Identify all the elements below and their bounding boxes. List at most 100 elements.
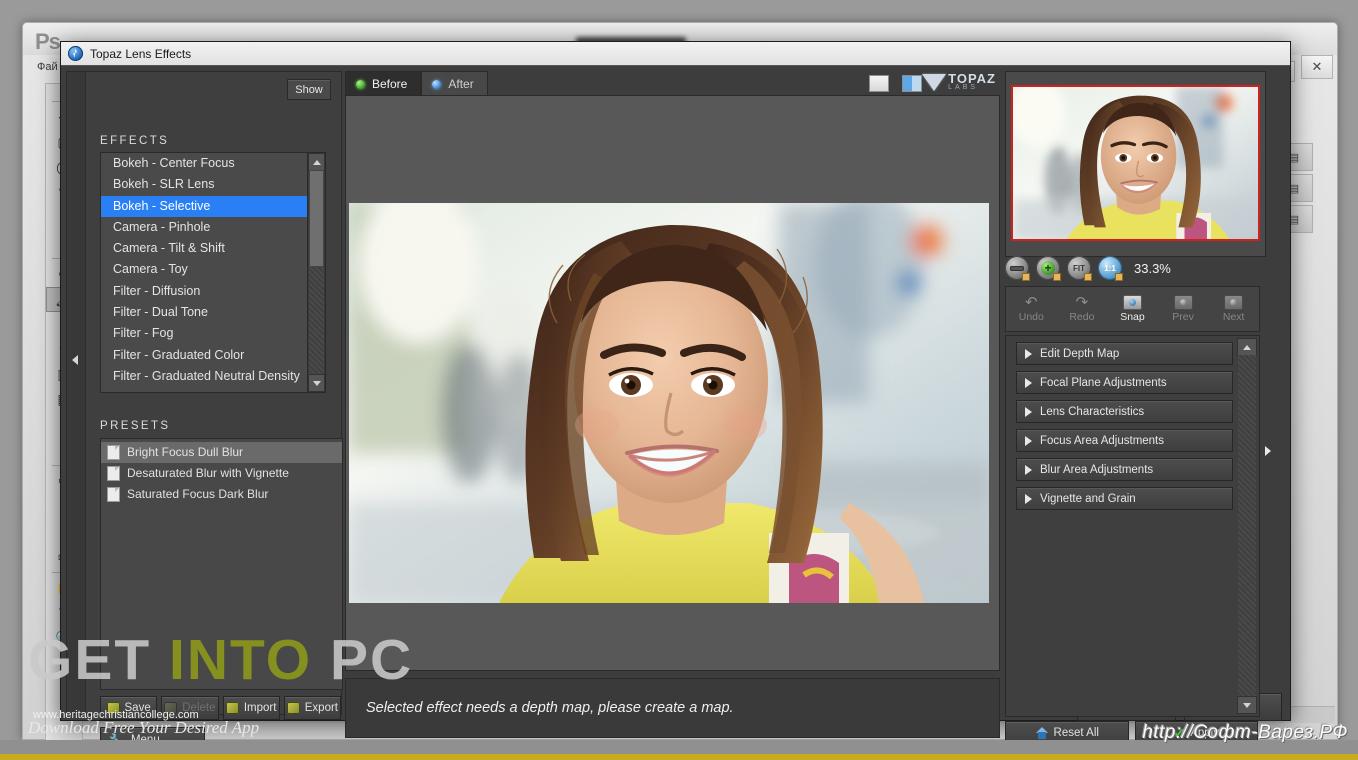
preset-export-icon (286, 702, 300, 714)
sections-scroll-down-button[interactable] (1237, 696, 1257, 714)
topaz-titlebar: Topaz Lens Effects (61, 42, 1290, 66)
status-message: Selected effect needs a depth map, pleas… (366, 700, 734, 716)
right-panel-collapse-arrow-icon[interactable] (1265, 446, 1271, 456)
effects-scrollbar[interactable] (307, 153, 325, 392)
prev-label: Prev (1172, 311, 1194, 323)
snapshot-camera-icon (1122, 295, 1142, 310)
adjustment-sections-list[interactable]: Edit Depth Map Focal Plane Adjustments Len… (1006, 342, 1259, 510)
preview-canvas[interactable] (345, 95, 1000, 671)
split-view-icon[interactable] (902, 75, 922, 92)
effects-scroll-up-button[interactable] (308, 153, 325, 171)
effects-list[interactable]: Bokeh - Center Focus Bokeh - SLR Lens Boke… (100, 152, 326, 393)
left-panel-collapse[interactable] (67, 72, 86, 714)
topaz-dialog: Topaz Lens Effects Show EFFECTS Bokeh - … (60, 41, 1291, 753)
left-panel-content: Show EFFECTS Bokeh - Center Focus Bokeh -… (85, 72, 343, 753)
effects-list-item[interactable]: Camera - Tilt & Shift (101, 238, 308, 259)
effects-list-item[interactable]: Filter - Graduated Color (101, 345, 308, 366)
single-view-icon[interactable] (869, 75, 889, 92)
presets-list-item[interactable]: Desaturated Blur with Vignette (101, 463, 342, 484)
effects-list-item[interactable]: Camera - Toy (101, 259, 308, 280)
undo-button[interactable]: ↶ Undo (1006, 287, 1057, 331)
preset-label: Desaturated Blur with Vignette (127, 466, 289, 480)
effects-list-item[interactable]: Bokeh - SLR Lens (101, 174, 308, 195)
effects-list-item[interactable]: Filter - Graduated Neutral Density (101, 366, 308, 387)
effects-list-item[interactable]: Camera - Pinhole (101, 217, 308, 238)
chevron-right-icon (1025, 464, 1032, 475)
zoom-out-icon[interactable] (1005, 256, 1030, 281)
show-button[interactable]: Show (287, 79, 331, 100)
collapse-left-arrow-icon[interactable] (72, 355, 78, 365)
prev-camera-icon (1173, 295, 1193, 310)
effects-list-item[interactable]: Filter - Diffusion (101, 281, 308, 302)
preset-label: Bright Focus Dull Blur (127, 445, 244, 459)
section-header-edit-depth-map[interactable]: Edit Depth Map (1016, 342, 1233, 365)
snap-label: Snap (1120, 311, 1145, 323)
watermark-bottom-right: http://Софт-Варез.РФ (1142, 722, 1348, 743)
sections-scrollbar[interactable] (1237, 338, 1257, 714)
zoom-in-icon[interactable]: + (1036, 256, 1061, 281)
effects-scroll-down-button[interactable] (308, 374, 325, 392)
center-panel: Before After TOPAZ LABS (345, 71, 1000, 671)
effects-list-item[interactable]: Filter - Fog (101, 323, 308, 344)
section-label: Focus Area Adjustments (1040, 434, 1165, 447)
app-close-button[interactable]: ✕ (1301, 55, 1333, 79)
presets-list-item[interactable]: Bright Focus Dull Blur (101, 442, 342, 463)
topaz-brand-logo: TOPAZ LABS (922, 72, 996, 92)
navigator-thumbnail[interactable] (1011, 85, 1260, 241)
effects-scroll-thumb[interactable] (309, 170, 324, 267)
redo-button[interactable]: ↷ Redo (1057, 287, 1108, 331)
topaz-body: Show EFFECTS Bokeh - Center Focus Bokeh -… (61, 65, 1290, 753)
sections-scroll-track[interactable] (1238, 355, 1256, 697)
presets-list[interactable]: Bright Focus Dull Blur Desaturated Blur w… (100, 438, 343, 690)
sections-scroll-up-button[interactable] (1237, 338, 1257, 356)
bottom-yellow-band (0, 754, 1358, 760)
photoshop-logo: Ps (35, 29, 61, 54)
section-header-focus-area-adjustments[interactable]: Focus Area Adjustments (1016, 429, 1233, 452)
prev-snapshot-button[interactable]: Prev (1158, 287, 1209, 331)
section-header-lens-characteristics[interactable]: Lens Characteristics (1016, 400, 1233, 423)
preset-file-icon (107, 466, 120, 481)
preview-image[interactable] (349, 203, 989, 603)
export-preset-button[interactable]: Export (283, 696, 341, 720)
tab-after-label: After (448, 77, 474, 91)
preset-file-icon (107, 445, 120, 460)
section-label: Blur Area Adjustments (1040, 463, 1154, 476)
fit-zoom-button[interactable]: FIT (1067, 256, 1092, 281)
one-to-one-zoom-button[interactable]: 1:1 (1098, 256, 1123, 281)
home-icon (1035, 727, 1049, 739)
effects-header: EFFECTS (100, 135, 170, 147)
import-preset-button[interactable]: Import (222, 696, 280, 720)
redo-icon: ↷ (1075, 294, 1089, 311)
topaz-brand-sub: LABS (948, 84, 979, 92)
effects-list-item[interactable]: Bokeh - Center Focus (101, 153, 308, 174)
navigator-panel[interactable] (1005, 71, 1266, 257)
tab-before[interactable]: Before (345, 71, 422, 96)
view-mode-buttons[interactable] (869, 75, 922, 92)
topaz-gem-icon (922, 73, 947, 91)
before-status-dot-icon (356, 79, 365, 89)
topaz-dialog-title: Topaz Lens Effects (90, 46, 192, 61)
chevron-right-icon (1025, 493, 1032, 504)
presets-list-item[interactable]: Saturated Focus Dark Blur (101, 484, 342, 505)
navigator-photo-svg (1013, 87, 1258, 239)
snap-button[interactable]: Snap (1107, 287, 1158, 331)
chevron-right-icon (1025, 406, 1032, 417)
effects-list-item[interactable]: Filter - Dual Tone (101, 302, 308, 323)
next-label: Next (1222, 311, 1245, 323)
preview-tabs[interactable]: Before After (345, 71, 488, 96)
preset-file-icon (107, 487, 120, 502)
redo-label: Redo (1069, 311, 1095, 323)
zoom-controls[interactable]: + FIT 1:1 33.3% (1005, 255, 1260, 281)
history-toolbar[interactable]: ↶ Undo ↷ Redo Snap Prev Next (1005, 286, 1260, 332)
section-header-blur-area-adjustments[interactable]: Blur Area Adjustments (1016, 458, 1233, 481)
section-label: Lens Characteristics (1040, 405, 1145, 418)
photoshop-menu-file[interactable]: Фай (37, 61, 58, 73)
section-header-focal-plane-adjustments[interactable]: Focal Plane Adjustments (1016, 371, 1233, 394)
next-snapshot-button[interactable]: Next (1208, 287, 1259, 331)
effects-list-item[interactable]: Bokeh - Selective (101, 195, 308, 217)
tab-after[interactable]: After (421, 71, 488, 96)
section-header-vignette-and-grain[interactable]: Vignette and Grain (1016, 487, 1233, 510)
status-bar: Selected effect needs a depth map, pleas… (345, 678, 1000, 738)
reset-all-label: Reset All (1053, 727, 1099, 739)
after-status-dot-icon (432, 79, 442, 89)
